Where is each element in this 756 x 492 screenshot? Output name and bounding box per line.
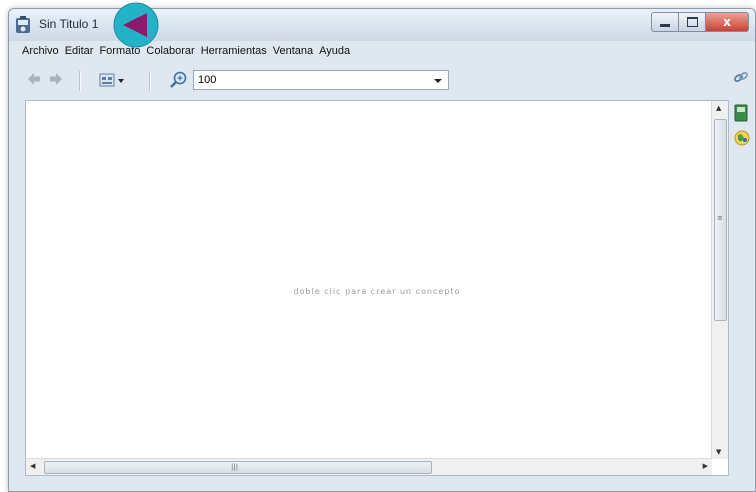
concept-map-canvas[interactable]: doble clic para crear un concepto ▲ ≡ ▼ … [25, 100, 729, 476]
horizontal-scrollbar[interactable]: ◀ ||| ▶ [26, 458, 712, 475]
vertical-scrollbar[interactable]: ▲ ≡ ▼ [711, 101, 728, 459]
back-button[interactable] [27, 72, 41, 86]
toolbar-separator [79, 71, 81, 91]
app-icon [16, 16, 30, 33]
close-icon: x [723, 15, 731, 29]
menu-archivo[interactable]: Archivo [19, 43, 62, 61]
grip-icon: ||| [231, 463, 239, 471]
chevron-down-icon [434, 79, 442, 83]
menu-editar[interactable]: Editar [62, 43, 97, 61]
back-arrow-icon [28, 73, 40, 85]
scroll-down-icon[interactable]: ▼ [716, 448, 721, 456]
canvas-hint: doble clic para crear un concepto [293, 287, 461, 296]
menu-bar: Archivo Editar Formato Colaborar Herrami… [19, 43, 353, 61]
zoom-button[interactable] [169, 71, 189, 89]
zoom-icon [170, 71, 187, 88]
zoom-value: 100 [198, 74, 217, 86]
close-button[interactable]: x [705, 12, 749, 32]
window-title: Sin Titulo 1 [39, 17, 99, 31]
menu-herramientas[interactable]: Herramientas [198, 43, 270, 61]
grip-icon: ≡ [717, 214, 723, 222]
scroll-up-icon[interactable]: ▲ [716, 104, 721, 112]
forward-button[interactable] [49, 72, 63, 86]
zoom-select[interactable]: 100 [193, 70, 449, 90]
scroll-left-icon[interactable]: ◀ [30, 462, 35, 470]
maximize-icon [686, 17, 698, 27]
link-icon[interactable] [733, 69, 749, 85]
view-options-button[interactable] [99, 72, 127, 88]
vertical-scroll-thumb[interactable]: ≡ [714, 119, 727, 321]
scroll-right-icon[interactable]: ▶ [703, 462, 708, 470]
forward-arrow-icon [50, 73, 62, 85]
view-options-icon [99, 73, 124, 87]
globe-icon[interactable] [733, 129, 751, 147]
toolbar-separator [149, 71, 151, 91]
tutorial-marker-icon [113, 2, 159, 48]
toolbar: 100 [19, 66, 747, 96]
minimize-icon [660, 23, 670, 27]
window-controls: x [651, 12, 749, 32]
menu-ventana[interactable]: Ventana [270, 43, 316, 61]
menu-ayuda[interactable]: Ayuda [316, 43, 353, 61]
minimize-button[interactable] [651, 12, 678, 32]
book-icon[interactable] [733, 104, 749, 122]
horizontal-scroll-thumb[interactable]: ||| [44, 461, 432, 474]
maximize-button[interactable] [678, 12, 705, 32]
app-window: Sin Titulo 1 x Archivo Editar Formato Co… [8, 8, 756, 492]
